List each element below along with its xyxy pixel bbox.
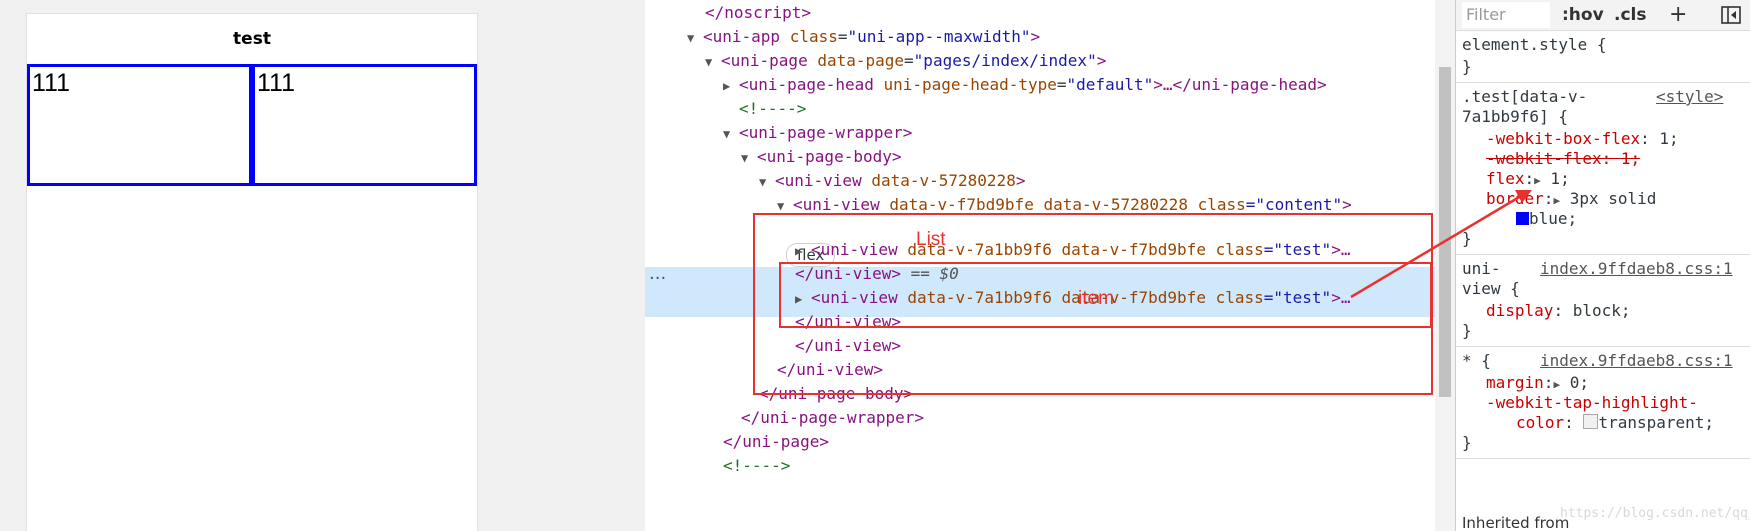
prop-flex[interactable]: flex:▶ 1;: [1486, 168, 1570, 190]
rule-separator: [1456, 82, 1750, 83]
elements-scrollbar[interactable]: [1435, 0, 1455, 531]
dom-line[interactable]: </uni-page>: [723, 429, 829, 455]
element-style-selector[interactable]: element.style {: [1462, 34, 1607, 56]
styles-filter-input[interactable]: Filter: [1462, 2, 1550, 28]
toggle-sidebar-icon[interactable]: [1720, 0, 1742, 30]
universal-rule-source[interactable]: index.9ffdaeb8.css:1: [1540, 350, 1733, 372]
dom-line[interactable]: </noscript>: [705, 0, 811, 26]
rule-close: }: [1462, 433, 1472, 452]
color-swatch-icon[interactable]: [1516, 212, 1529, 225]
prop-display[interactable]: display: block;: [1486, 300, 1631, 322]
prop-tap-highlight-color[interactable]: color: transparent;: [1516, 412, 1714, 434]
list-annotation-label: List: [916, 229, 946, 250]
styles-toolbar: Filter :hov .cls +: [1456, 0, 1750, 31]
hov-button[interactable]: :hov: [1562, 0, 1604, 30]
phone-preview: test 111 111: [26, 13, 478, 531]
styles-panel: Filter :hov .cls + element.style { } .te…: [1455, 0, 1750, 531]
dom-line[interactable]: </uni-page-wrapper>: [741, 405, 924, 431]
watermark: https://blog.csdn.net/qq_42339350: [1560, 506, 1750, 521]
item-annotation-label: item: [1078, 288, 1114, 309]
inherited-from-label: Inherited from: [1462, 514, 1570, 531]
test-item-2[interactable]: 111: [252, 64, 477, 186]
rule-close: }: [1462, 229, 1472, 248]
rule-close: }: [1462, 57, 1472, 76]
prop-border-color[interactable]: blue;: [1516, 208, 1577, 230]
cls-button[interactable]: .cls: [1614, 0, 1646, 30]
transparent-swatch-icon[interactable]: [1583, 414, 1599, 429]
dom-comment[interactable]: <!---->: [723, 453, 790, 479]
dom-line[interactable]: ▼ <uni-view data-v-57280228>: [645, 168, 1025, 194]
rule-separator: [1456, 254, 1750, 255]
dom-line[interactable]: ▼ <uni-page-body>: [645, 144, 902, 170]
uni-view-rule-selector-cont[interactable]: view {: [1462, 278, 1520, 300]
dom-line[interactable]: ▼ <uni-app class="uni-app--maxwidth">: [645, 24, 1040, 50]
prop-margin[interactable]: margin:▶ 0;: [1486, 372, 1589, 394]
prop-webkit-box-flex[interactable]: -webkit-box-flex: 1;: [1486, 128, 1679, 150]
rule-separator: [1456, 346, 1750, 347]
dom-line[interactable]: ▼ <uni-page data-page="pages/index/index"…: [645, 48, 1106, 74]
expand-triangle-icon[interactable]: ▶: [1534, 174, 1541, 187]
rule-separator: [1456, 458, 1750, 459]
uni-view-rule-source[interactable]: index.9ffdaeb8.css:1: [1540, 258, 1733, 280]
test-item-1[interactable]: 111: [27, 64, 252, 186]
test-rule-selector-cont[interactable]: 7a1bb9f6] {: [1462, 106, 1568, 128]
dom-line[interactable]: ▼ <uni-page-wrapper>: [645, 120, 912, 146]
page-title: test: [233, 29, 271, 49]
test-rule-source[interactable]: <style>: [1656, 86, 1723, 108]
new-rule-button[interactable]: +: [1669, 0, 1687, 30]
rule-close: }: [1462, 321, 1472, 340]
dom-line[interactable]: ▶ <uni-page-head uni-page-head-type="defa…: [645, 72, 1327, 98]
elements-scroll-thumb[interactable]: [1439, 67, 1451, 397]
prop-border[interactable]: border:▶ 3px solid: [1486, 188, 1656, 210]
universal-rule-selector[interactable]: * {: [1462, 350, 1491, 372]
collapsed-triangle-icon[interactable]: ▶: [723, 73, 739, 99]
test-rule-selector[interactable]: .test[data-v-: [1462, 86, 1587, 108]
prop-tap-highlight[interactable]: -webkit-tap-highlight-: [1486, 392, 1698, 414]
content-list: 111 111: [27, 64, 477, 186]
dom-comment[interactable]: <!---->: [739, 96, 806, 122]
prop-webkit-flex-overridden[interactable]: -webkit-flex: 1;: [1486, 148, 1640, 170]
uni-view-rule-selector[interactable]: uni-: [1462, 258, 1501, 280]
